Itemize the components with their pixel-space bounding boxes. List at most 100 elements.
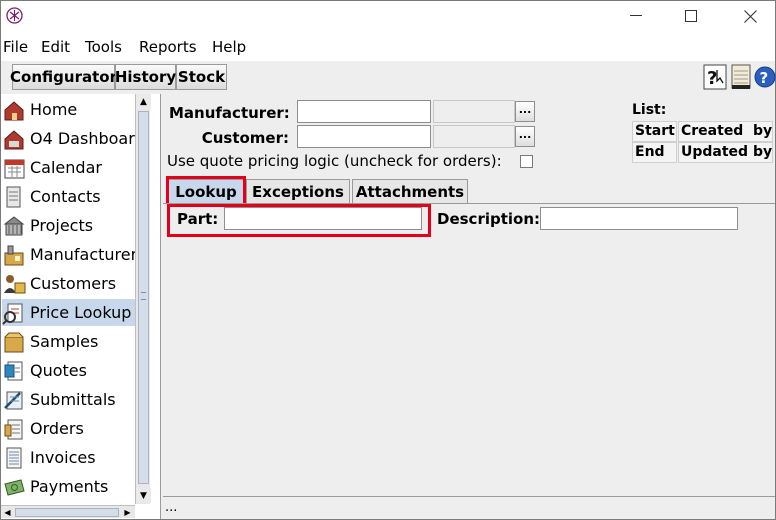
minimize-icon bbox=[630, 15, 642, 17]
close-button[interactable] bbox=[727, 1, 773, 31]
sidebar-item-label: Payments bbox=[30, 477, 109, 496]
sidebar-item-label: Calendar bbox=[30, 158, 102, 177]
tab-attachments[interactable]: Attachments bbox=[352, 179, 468, 203]
quote-pricing-label: Use quote pricing logic (uncheck for ord… bbox=[167, 152, 502, 170]
sidebar-nav: Home O4 Dashboard Calendar Contacts Proj… bbox=[1, 94, 161, 519]
help-cursor-icon[interactable]: ? bbox=[703, 64, 727, 90]
history-button[interactable]: History bbox=[115, 64, 176, 90]
quote-pricing-checkbox[interactable] bbox=[520, 155, 533, 168]
sidebar-item-label: Submittals bbox=[30, 390, 116, 409]
list-label: List: bbox=[632, 102, 667, 118]
manufacturer-browse-button[interactable]: ... bbox=[515, 101, 535, 122]
app-window: File Edit Tools Reports Help Configurato… bbox=[0, 0, 776, 520]
scroll-right-icon[interactable]: ▶ bbox=[121, 506, 134, 519]
sidebar-item-label: O4 Dashboard bbox=[30, 129, 135, 148]
sidebar-item-label: Samples bbox=[30, 332, 99, 351]
home-icon bbox=[2, 98, 27, 122]
scrollbar-thumb[interactable] bbox=[138, 111, 149, 484]
list-created-header[interactable]: Created by bbox=[678, 121, 773, 142]
list-updated-header[interactable]: Updated by bbox=[678, 142, 773, 163]
dashboard-icon bbox=[2, 127, 27, 151]
close-icon bbox=[743, 9, 757, 23]
invoices-icon bbox=[2, 446, 27, 470]
sidebar-item-o4-dashboard[interactable]: O4 Dashboard bbox=[2, 125, 135, 152]
menu-help[interactable]: Help bbox=[212, 38, 246, 56]
sidebar-horizontal-scrollbar[interactable]: ◀ ▶ bbox=[1, 505, 135, 518]
toolbar: Configurator History Stock ? ? bbox=[1, 61, 776, 94]
title-bar bbox=[1, 1, 775, 32]
manufacturers-icon bbox=[2, 243, 27, 267]
sidebar-item-home[interactable]: Home bbox=[2, 96, 135, 123]
manufacturer-name-display bbox=[433, 100, 515, 123]
sidebar-item-manufacturers[interactable]: Manufacturers bbox=[2, 241, 135, 268]
sidebar-item-quotes[interactable]: Quotes bbox=[2, 357, 135, 384]
list-end-header[interactable]: End bbox=[632, 142, 677, 163]
orders-icon bbox=[2, 417, 27, 441]
description-label: Description: bbox=[437, 210, 541, 228]
list-start-header[interactable]: Start bbox=[632, 121, 677, 142]
price-lookup-panel: Manufacturer: ... Customer: ... Use quot… bbox=[163, 94, 775, 519]
customer-browse-button[interactable]: ... bbox=[515, 126, 535, 147]
tab-strip: Lookup Exceptions Attachments bbox=[163, 179, 775, 203]
maximize-icon bbox=[685, 10, 697, 22]
manufacturer-input[interactable] bbox=[297, 100, 431, 123]
sidebar-item-calendar[interactable]: Calendar bbox=[2, 154, 135, 181]
quotes-icon bbox=[2, 359, 27, 383]
description-input[interactable] bbox=[540, 207, 738, 230]
sidebar-item-label: Manufacturers bbox=[30, 245, 135, 264]
part-field-highlight bbox=[167, 204, 431, 237]
lookup-tab-highlight bbox=[166, 176, 246, 206]
scroll-up-icon[interactable]: ▲ bbox=[136, 94, 151, 109]
sidebar-item-invoices[interactable]: Invoices bbox=[2, 444, 135, 471]
sidebar-item-contacts[interactable]: Contacts bbox=[2, 183, 135, 210]
sidebar-item-label: Contacts bbox=[30, 187, 101, 206]
menu-edit[interactable]: Edit bbox=[41, 38, 70, 56]
menu-tools[interactable]: Tools bbox=[85, 38, 122, 56]
sidebar-item-submittals[interactable]: Submittals bbox=[2, 386, 135, 413]
maximize-button[interactable] bbox=[668, 1, 714, 31]
sidebar-vertical-scrollbar[interactable]: ▲ ▼ bbox=[135, 94, 151, 504]
minimize-button[interactable] bbox=[613, 1, 659, 31]
app-logo-icon bbox=[6, 7, 23, 24]
calendar-icon bbox=[2, 156, 27, 180]
help-icon[interactable]: ? bbox=[754, 64, 776, 90]
customer-label: Customer: bbox=[201, 129, 289, 147]
manufacturer-label: Manufacturer: bbox=[169, 104, 290, 122]
submittals-icon bbox=[2, 388, 27, 412]
samples-icon bbox=[2, 330, 27, 354]
svg-text:?: ? bbox=[707, 68, 717, 89]
sidebar-item-samples[interactable]: Samples bbox=[2, 328, 135, 355]
scrollbar-thumb[interactable] bbox=[15, 508, 119, 517]
sidebar-item-label: Orders bbox=[30, 419, 84, 438]
scroll-left-icon[interactable]: ◀ bbox=[1, 506, 14, 519]
notepad-icon[interactable] bbox=[729, 64, 753, 90]
lookup-tab-panel: Part: Description: bbox=[163, 203, 775, 495]
sidebar-item-label: Invoices bbox=[30, 448, 96, 467]
sidebar-item-label: Home bbox=[30, 100, 78, 119]
configurator-button[interactable]: Configurator bbox=[10, 64, 117, 90]
sidebar-item-price-lookup[interactable]: Price Lookup bbox=[2, 299, 135, 326]
contacts-icon bbox=[2, 185, 27, 209]
sidebar-item-label: Customers bbox=[30, 274, 117, 293]
svg-text:?: ? bbox=[760, 69, 769, 87]
projects-icon bbox=[2, 214, 27, 238]
sidebar-item-payments[interactable]: Payments bbox=[2, 473, 135, 500]
menu-file[interactable]: File bbox=[3, 38, 28, 56]
customers-icon bbox=[2, 272, 27, 296]
sidebar-item-orders[interactable]: Orders bbox=[2, 415, 135, 442]
tab-exceptions[interactable]: Exceptions bbox=[246, 179, 350, 203]
price-lookup-icon bbox=[2, 301, 27, 325]
sidebar-item-label: Quotes bbox=[30, 361, 87, 380]
scroll-down-icon[interactable]: ▼ bbox=[136, 488, 151, 503]
sidebar-item-label: Price Lookup bbox=[30, 303, 132, 322]
sidebar-item-projects[interactable]: Projects bbox=[2, 212, 135, 239]
menu-bar: File Edit Tools Reports Help bbox=[1, 32, 775, 61]
payments-icon bbox=[2, 475, 27, 499]
stock-button[interactable]: Stock bbox=[176, 64, 227, 90]
menu-reports[interactable]: Reports bbox=[139, 38, 197, 56]
customer-input[interactable] bbox=[297, 125, 431, 148]
sidebar-item-label: Projects bbox=[30, 216, 94, 235]
status-bar: ... bbox=[163, 496, 775, 519]
customer-name-display bbox=[433, 125, 515, 148]
sidebar-item-customers[interactable]: Customers bbox=[2, 270, 135, 297]
